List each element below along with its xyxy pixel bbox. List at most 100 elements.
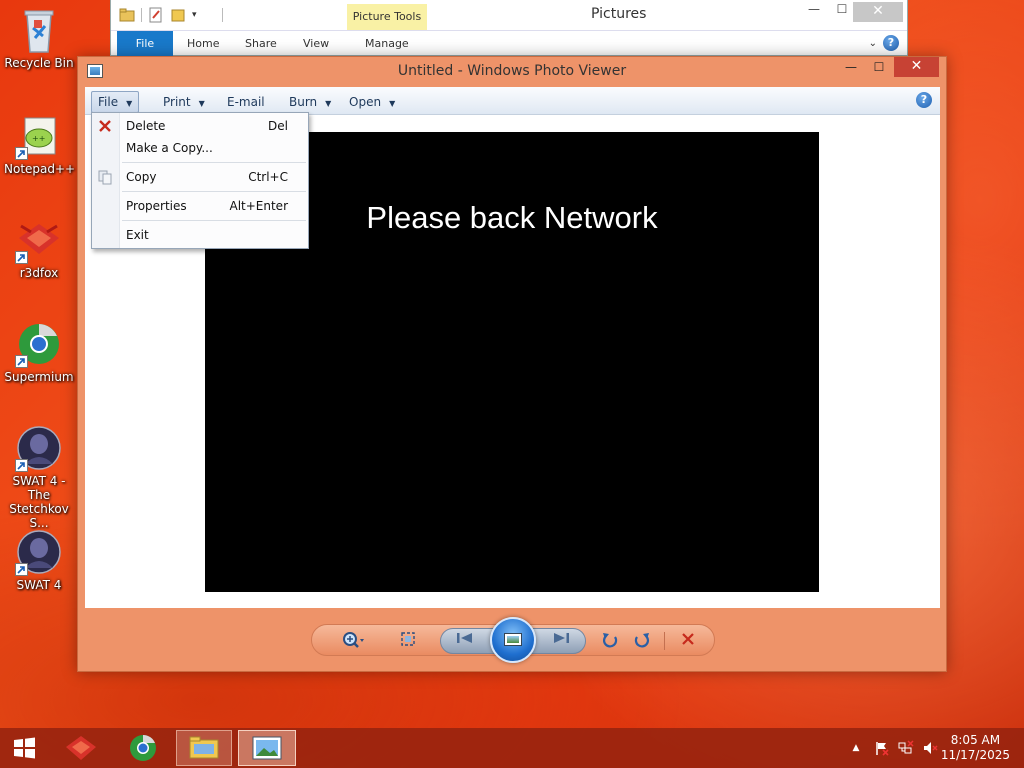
previous-icon[interactable] <box>455 631 475 651</box>
rotate-cw-icon[interactable] <box>632 631 652 651</box>
photo-viewer-icon <box>252 736 282 760</box>
explorer-close-button[interactable]: ✕ <box>853 2 903 22</box>
taskbar-photo-viewer[interactable] <box>238 730 296 766</box>
customize-qat-icon[interactable]: ▾ <box>192 7 208 23</box>
menu-file[interactable]: File ▼ <box>91 91 140 113</box>
viewer-minimize-button[interactable]: — <box>838 60 864 78</box>
notepadpp-icon: ++ <box>15 112 63 160</box>
menu-open-label: Open <box>349 95 382 109</box>
desktop-icon-r3dfox[interactable]: r3dfox <box>4 216 74 280</box>
viewer-title: Untitled - Windows Photo Viewer <box>397 63 627 79</box>
qat-divider <box>222 8 223 22</box>
desktop-icon-label: r3dfox <box>19 266 59 280</box>
menu-item-properties[interactable]: Properties Alt+Enter <box>92 196 308 216</box>
new-folder-icon[interactable] <box>170 7 186 23</box>
explorer-ribbon-tabs: File Home Share View Manage ⌄ ? <box>111 30 907 56</box>
menu-item-label: Copy <box>126 170 157 184</box>
menu-item-exit[interactable]: Exit <box>92 225 308 245</box>
desktop-icon-swat4-stetchkov[interactable]: SWAT 4 - The Stetchkov S... <box>4 424 74 530</box>
tab-manage[interactable]: Manage <box>365 31 409 56</box>
menu-print-label: Print <box>163 95 191 109</box>
volume-muted-icon[interactable] <box>922 740 938 756</box>
menu-burn[interactable]: Burn ▼ <box>283 91 337 113</box>
shortcut-arrow-icon <box>15 459 28 472</box>
desktop-icon-label: SWAT 4 - The Stetchkov S... <box>9 474 69 530</box>
file-dropdown-menu: Delete Del Make a Copy... Copy Ctrl+C Pr… <box>91 112 309 249</box>
menu-separator <box>122 220 306 221</box>
supermium-icon <box>15 320 63 368</box>
menu-open[interactable]: Open ▼ <box>343 91 401 113</box>
explorer-titlebar: ▾ Picture Tools Pictures — ☐ ✕ <box>111 0 907 30</box>
viewer-close-button[interactable]: ✕ <box>894 57 939 77</box>
chevron-down-icon: ▼ <box>389 99 396 108</box>
viewer-titlebar: Untitled - Windows Photo Viewer — ☐ ✕ <box>78 57 946 85</box>
menu-print[interactable]: Print ▼ <box>157 91 211 113</box>
menu-item-label: Delete <box>126 119 166 133</box>
zoom-icon[interactable] <box>340 631 368 651</box>
explorer-title: Pictures <box>591 6 647 22</box>
quick-access-toolbar: ▾ <box>119 7 223 23</box>
chevron-down-icon: ▼ <box>325 99 332 108</box>
explorer-maximize-button[interactable]: ☐ <box>829 2 855 20</box>
control-divider <box>664 632 665 650</box>
menu-separator <box>122 162 306 163</box>
show-hidden-icons-icon[interactable]: ▲ <box>848 740 864 756</box>
desktop-icon-notepadpp[interactable]: ++ Notepad++ <box>4 112 75 176</box>
supermium-icon <box>130 735 156 761</box>
system-clock[interactable]: 8:05 AM 11/17/2025 <box>941 733 1010 763</box>
explorer-window: ▾ Picture Tools Pictures — ☐ ✕ File Home… <box>110 0 908 56</box>
menu-item-shortcut: Ctrl+C <box>248 170 288 184</box>
chevron-down-icon: ▼ <box>126 99 133 108</box>
properties-icon[interactable] <box>148 7 164 23</box>
ribbon-expand-icon[interactable]: ⌄ <box>869 31 877 56</box>
tab-view[interactable]: View <box>303 31 329 56</box>
action-center-flag-icon[interactable] <box>874 740 890 756</box>
desktop-icon-supermium[interactable]: Supermium <box>4 320 74 384</box>
delete-x-icon <box>97 118 113 134</box>
taskbar-supermium[interactable] <box>120 728 166 768</box>
start-button[interactable] <box>4 728 44 768</box>
menu-burn-label: Burn <box>289 95 318 109</box>
delete-icon[interactable] <box>678 631 698 651</box>
menu-email[interactable]: E-mail <box>221 91 271 113</box>
menu-item-delete[interactable]: Delete Del <box>92 116 308 136</box>
rotate-ccw-icon[interactable] <box>600 631 620 651</box>
viewer-control-bar <box>311 617 715 663</box>
shortcut-arrow-icon <box>15 147 28 160</box>
svg-text:++: ++ <box>32 134 45 143</box>
tab-file[interactable]: File <box>117 31 173 56</box>
network-icon[interactable] <box>898 740 914 756</box>
desktop-icon-label: SWAT 4 <box>16 578 62 592</box>
explorer-minimize-button[interactable]: — <box>801 2 827 20</box>
next-icon[interactable] <box>551 631 571 651</box>
shortcut-arrow-icon <box>15 355 28 368</box>
menu-file-label: File <box>98 95 119 109</box>
taskbar-file-explorer[interactable] <box>176 730 232 766</box>
menu-item-label: Properties <box>126 199 187 213</box>
tab-home[interactable]: Home <box>187 31 219 56</box>
chevron-down-icon: ▼ <box>198 99 205 108</box>
shortcut-arrow-icon <box>15 563 28 576</box>
explorer-help-icon[interactable]: ? <box>883 35 899 51</box>
file-explorer-icon <box>189 736 219 759</box>
menu-item-copy[interactable]: Copy Ctrl+C <box>92 167 308 187</box>
menu-separator <box>122 191 306 192</box>
taskbar-r3dfox[interactable] <box>58 728 104 768</box>
slideshow-icon[interactable] <box>490 617 536 663</box>
viewer-help-icon[interactable]: ? <box>916 92 932 108</box>
actual-size-icon[interactable] <box>398 631 418 651</box>
taskbar: ▲ 8:05 AM 11/17/2025 <box>0 728 1024 768</box>
menu-item-make-a-copy[interactable]: Make a Copy... <box>92 138 308 158</box>
folder-icon[interactable] <box>119 7 135 23</box>
viewer-menubar: File ▼ Print ▼ E-mail Burn ▼ Open ▼ ? <box>85 87 940 115</box>
tab-share[interactable]: Share <box>245 31 277 56</box>
clock-date: 11/17/2025 <box>940 748 1010 762</box>
viewer-maximize-button[interactable]: ☐ <box>866 60 892 78</box>
copy-icon <box>97 169 113 185</box>
desktop-icon-swat4[interactable]: SWAT 4 <box>4 528 74 592</box>
windows-logo-icon <box>14 737 35 759</box>
desktop-icon-label: Supermium <box>4 370 74 384</box>
clock-time: 8:05 AM <box>950 733 1001 747</box>
qat-divider <box>141 8 142 22</box>
desktop-icon-recycle-bin[interactable]: Recycle Bin <box>4 6 74 70</box>
